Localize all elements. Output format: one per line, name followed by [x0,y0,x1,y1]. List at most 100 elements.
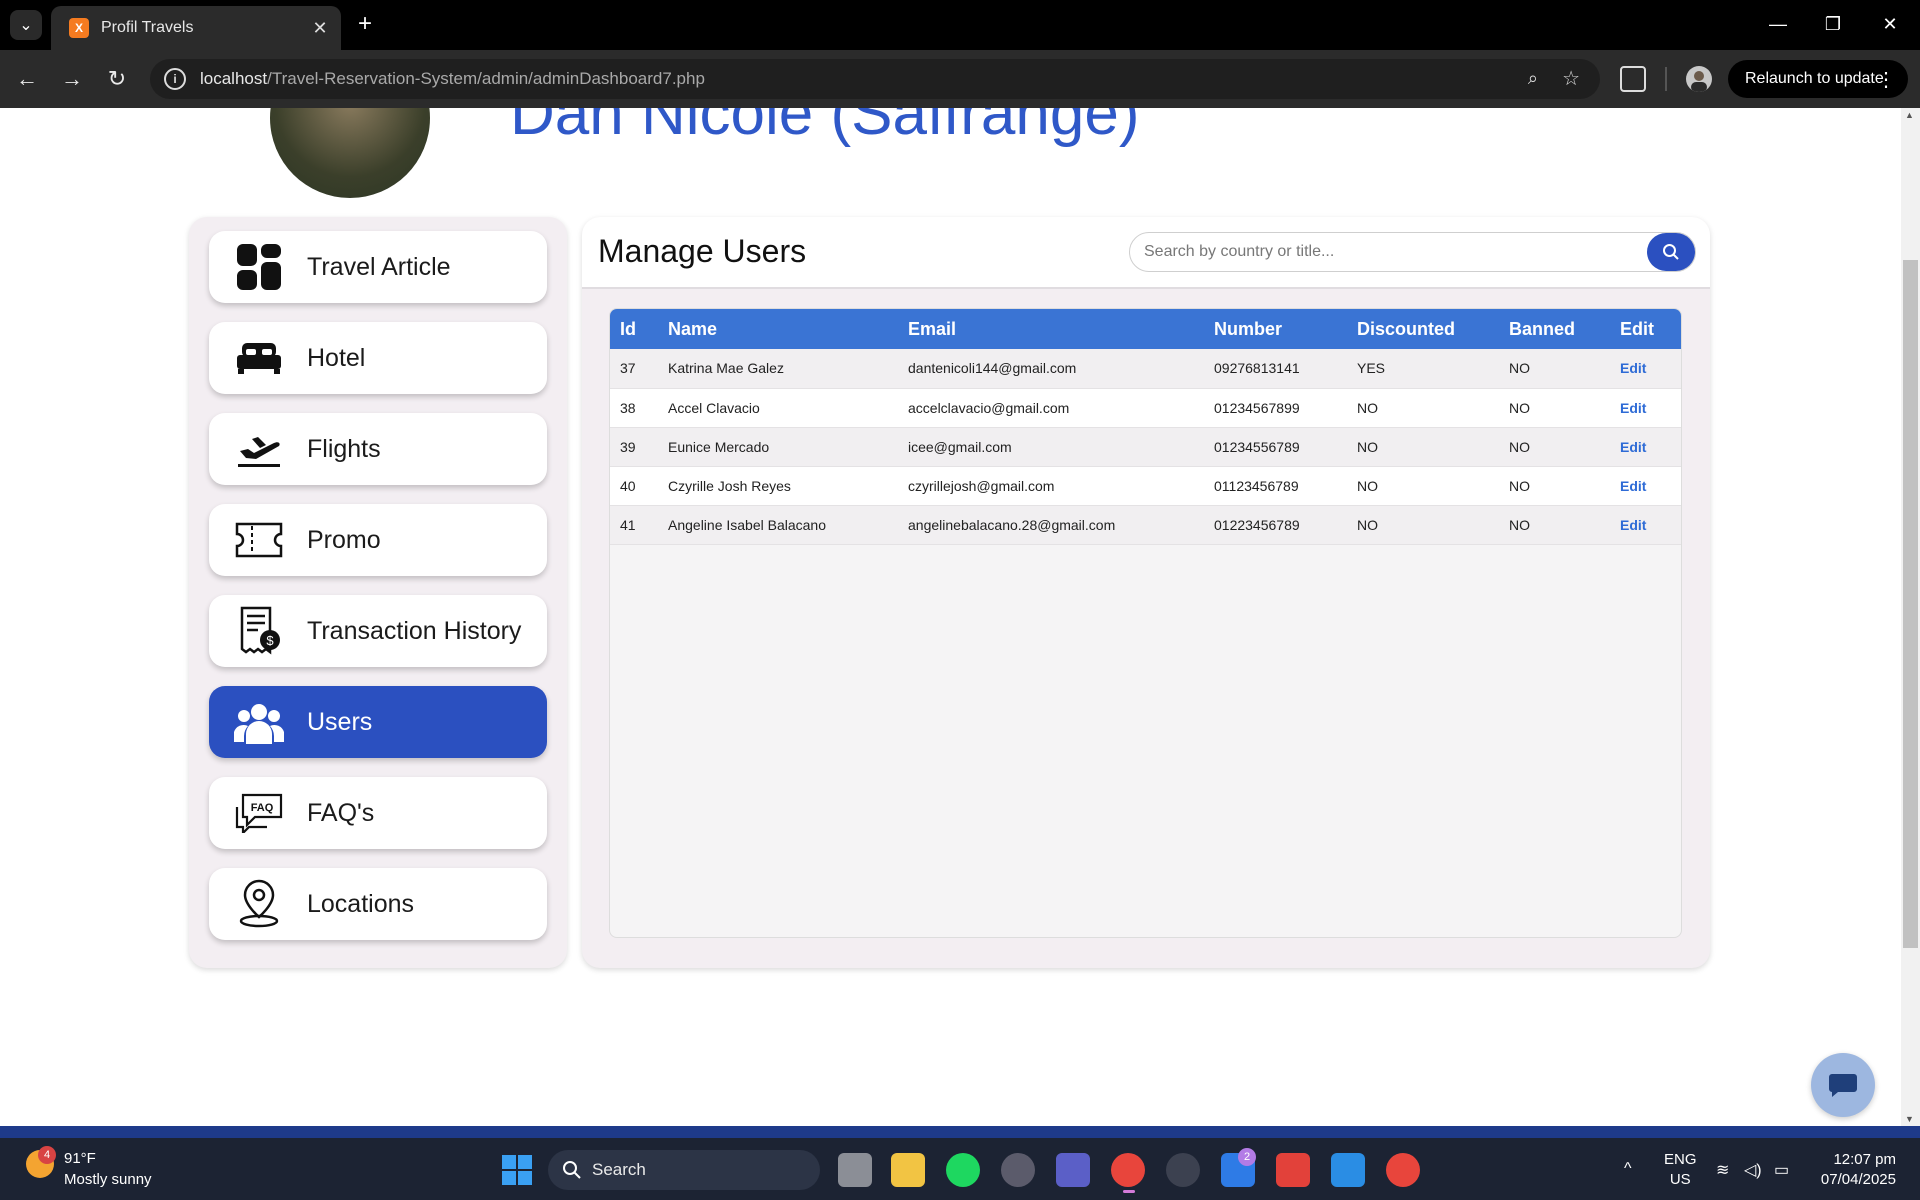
profile-avatar[interactable] [1686,66,1712,92]
forward-icon[interactable]: → [55,62,89,96]
spotify-icon[interactable] [946,1153,980,1187]
cell-id: 40 [610,466,658,506]
volume-icon[interactable]: ◁) [1744,1160,1762,1180]
edit-link[interactable]: Edit [1620,517,1646,533]
plane-departure-icon [233,423,285,475]
sidebar-item-transaction-history[interactable]: $ Transaction History [209,595,547,667]
table-row: 38 Accel Clavacio accelclavacio@gmail.co… [610,388,1681,428]
chrome-icon[interactable] [1111,1153,1145,1187]
file-explorer-icon[interactable] [891,1153,925,1187]
cell-banned: NO [1499,388,1610,428]
chrome-profile-icon[interactable] [1386,1153,1420,1187]
sidebar-item-locations[interactable]: Locations [209,868,547,940]
cell-id: 39 [610,427,658,467]
scroll-thumb[interactable] [1903,260,1918,948]
weather-badge: 4 [38,1146,56,1164]
battery-icon[interactable]: ▭ [1774,1160,1789,1180]
sidebar-item-label: Flights [307,434,381,463]
sidebar-item-users[interactable]: Users [209,686,547,758]
sidebar-item-faqs[interactable]: FAQ FAQ's [209,777,547,849]
search-input[interactable] [1144,233,1624,271]
reload-icon[interactable]: ↻ [100,62,134,96]
obs-icon[interactable] [1166,1153,1200,1187]
url-text: localhost/Travel-Reservation-System/admi… [200,69,705,88]
page-scrollbar[interactable]: ▲ ▼ [1901,108,1920,1126]
site-info-icon[interactable]: i [164,68,186,90]
ticket-icon [233,514,285,566]
table-header-row: Id Name Email Number Discounted Banned E… [610,309,1681,349]
tab-title: Profil Travels [101,19,194,36]
wifi-icon[interactable]: ≋ [1716,1160,1729,1180]
cell-number: 09276813141 [1204,349,1347,389]
toolbar-divider [1665,67,1667,91]
chat-button[interactable] [1811,1053,1875,1117]
bookmark-star-icon[interactable]: ☆ [1562,66,1580,91]
edit-link[interactable]: Edit [1620,439,1646,455]
column-header-email: Email [908,318,957,339]
edit-link[interactable]: Edit [1620,478,1646,494]
back-icon[interactable]: ← [10,62,44,96]
windows-start-icon[interactable] [502,1155,532,1185]
admin-name: Dan Nicole (Saffrange) [510,108,1140,148]
taskbar-search[interactable]: Search [548,1150,820,1190]
cell-banned: NO [1499,427,1610,467]
clock[interactable]: 12:07 pm 07/04/2025 [1820,1150,1896,1190]
restore-icon[interactable]: ❐ [1813,10,1853,38]
column-header-banned: Banned [1509,318,1576,339]
cell-banned: NO [1499,505,1610,545]
tab-close-icon[interactable]: ✕ [309,18,331,39]
table-row: 39 Eunice Mercado icee@gmail.com 0123455… [610,427,1681,467]
scroll-up-icon[interactable]: ▲ [1905,110,1914,120]
wps-office-icon[interactable] [1276,1153,1310,1187]
new-tab-icon[interactable]: + [352,12,378,38]
relaunch-button[interactable]: Relaunch to update ⋮ [1728,60,1908,98]
taskbar-search-label: Search [592,1160,646,1179]
input-language[interactable]: ENG US [1664,1150,1697,1190]
window-close-icon[interactable]: ✕ [1870,10,1910,38]
svg-text:FAQ: FAQ [251,802,274,814]
location-pin-icon [233,878,285,930]
manage-users-panel: Manage Users Id Name Email Number Discou… [582,217,1710,968]
chat-icon [1829,1074,1857,1097]
scroll-down-icon[interactable]: ▼ [1905,1114,1914,1124]
svg-text:$: $ [266,633,274,648]
sidebar-item-hotel[interactable]: Hotel [209,322,547,394]
tab-search-chevron-icon[interactable]: ⌄ [10,10,42,40]
task-view-icon[interactable] [838,1153,872,1187]
cell-name: Czyrille Josh Reyes [658,466,898,506]
teams-icon[interactable] [1056,1153,1090,1187]
media-player-icon[interactable] [1001,1153,1035,1187]
search-button[interactable] [1647,233,1695,271]
extensions-icon[interactable] [1620,66,1646,92]
admin-sidebar: Travel Article Hotel Flights Promo $ Tra… [189,217,567,968]
cell-email: angelinebalacano.28@gmail.com [898,505,1204,545]
bed-icon [233,332,285,384]
sidebar-item-promo[interactable]: Promo [209,504,547,576]
relaunch-label: Relaunch to update [1745,70,1884,87]
cell-name: Accel Clavacio [658,388,898,428]
panel-header: Manage Users [582,217,1710,289]
edit-link[interactable]: Edit [1620,360,1646,376]
cell-email: czyrillejosh@gmail.com [898,466,1204,506]
edit-link[interactable]: Edit [1620,400,1646,416]
weather-temp[interactable]: 91°F [64,1150,96,1167]
weather-desc[interactable]: Mostly sunny [64,1171,152,1188]
cell-discounted: YES [1347,349,1499,389]
tray-overflow-icon[interactable]: ^ [1624,1160,1632,1178]
address-bar[interactable]: i localhost/Travel-Reservation-System/ad… [150,59,1600,99]
column-header-discounted: Discounted [1357,318,1456,339]
browser-tab[interactable]: X Profil Travels ✕ [51,6,341,50]
column-header-number: Number [1214,318,1283,339]
page-title: Manage Users [598,233,807,269]
cell-email: dantenicoli144@gmail.com [898,349,1204,389]
vscode-icon[interactable] [1331,1153,1365,1187]
users-table-container: Id Name Email Number Discounted Banned E… [609,308,1682,938]
minimize-icon[interactable]: — [1758,10,1798,38]
cell-discounted: NO [1347,427,1499,467]
sidebar-item-label: Promo [307,525,381,554]
sidebar-item-travel-article[interactable]: Travel Article [209,231,547,303]
zoom-icon[interactable]: ⌕ [1528,68,1538,89]
more-menu-icon[interactable]: ⋮ [1876,67,1896,92]
faq-icon: FAQ [233,787,285,839]
sidebar-item-flights[interactable]: Flights [209,413,547,485]
